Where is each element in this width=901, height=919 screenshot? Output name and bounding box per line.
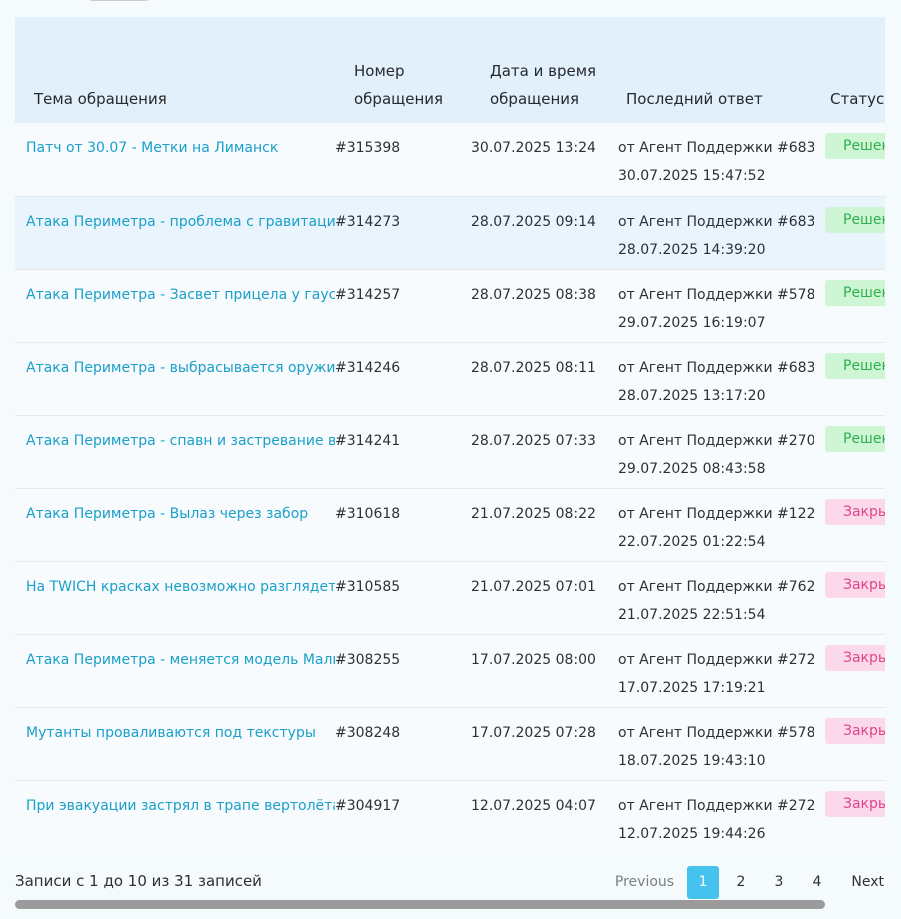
last-reply-author: от Агент Поддержки #6830 — [618, 140, 814, 156]
table-row[interactable]: Атака Периметра - выбрасывается оружие #… — [15, 342, 885, 415]
table-row[interactable]: Атака Периметра - меняется модель Малыша… — [15, 634, 885, 707]
pagination-page-4[interactable]: 4 — [801, 866, 833, 899]
ticket-datetime: 28.07.2025 08:11 — [471, 342, 608, 415]
table-row[interactable]: При эвакуации застрял в трапе вертолёта … — [15, 780, 885, 853]
ticket-number: #314257 — [335, 269, 471, 342]
table-row[interactable]: Атака Периметра - спавн и застревание в … — [15, 415, 885, 488]
records-info: Записи с 1 до 10 из 31 записей — [15, 872, 262, 890]
last-reply-author: от Агент Поддержки #2729 — [618, 651, 814, 668]
ticket-subject-link[interactable]: Мутанты проваливаются под текстуры — [26, 725, 316, 741]
ticket-subject-link[interactable]: Атака Периметра - меняется модель Малыша — [26, 652, 335, 668]
ticket-number: #310618 — [335, 488, 471, 561]
ticket-number: #304917 — [335, 780, 471, 853]
ticket-subject-link[interactable]: Патч от 30.07 - Метки на Лиманск — [26, 140, 278, 156]
column-header-last-reply[interactable]: Последний ответ — [608, 17, 814, 123]
table-row[interactable]: Атака Периметра - проблема с гравитацией… — [15, 196, 885, 269]
ticket-subject-link[interactable]: Атака Периметра - Вылаз через забор — [26, 506, 308, 522]
status-badge: Решено — [825, 206, 885, 233]
ticket-number: #314241 — [335, 415, 471, 488]
table-header-row: Тема обращения Номер обращения Дата и вр… — [15, 17, 885, 123]
tickets-table-container: Тема обращения Номер обращения Дата и вр… — [15, 17, 885, 853]
pagination-page-1[interactable]: 1 — [687, 866, 719, 899]
table-row[interactable]: Мутанты проваливаются под текстуры #3082… — [15, 707, 885, 780]
pagination: Previous 1 2 3 4 Next — [605, 866, 884, 899]
table-row[interactable]: Атака Периметра - Засвет прицела у гаусн… — [15, 269, 885, 342]
ticket-datetime: 28.07.2025 07:33 — [471, 415, 608, 488]
column-header-subject[interactable]: Тема обращения — [15, 17, 335, 123]
pagination-previous-button[interactable]: Previous — [605, 866, 684, 899]
ticket-datetime: 21.07.2025 08:22 — [471, 488, 608, 561]
last-reply-author: от Агент Поддержки #1221 — [618, 505, 814, 522]
last-reply-time: 29.07.2025 08:43:58 — [618, 460, 766, 477]
pagination-next-button[interactable]: Next — [836, 866, 884, 899]
ticket-datetime: 28.07.2025 09:14 — [471, 196, 608, 269]
status-badge: Решено — [825, 133, 885, 159]
last-reply-time: 17.07.2025 17:19:21 — [618, 679, 766, 696]
ticket-number: #314273 — [335, 196, 471, 269]
column-header-datetime[interactable]: Дата и время обращения — [471, 17, 608, 123]
ticket-subject-link[interactable]: При эвакуации застрял в трапе вертолёта — [26, 798, 335, 814]
last-reply-time: 18.07.2025 19:43:10 — [618, 752, 766, 769]
last-reply-time: 21.07.2025 22:51:54 — [618, 606, 766, 623]
status-badge: Решено — [825, 279, 885, 306]
ticket-subject-link[interactable]: На TWICH красках невозможно разглядеть к… — [26, 579, 335, 595]
ticket-number: #308255 — [335, 634, 471, 707]
last-reply-author: от Агент Поддержки #7620 — [618, 578, 814, 595]
last-reply-time: 22.07.2025 01:22:54 — [618, 533, 766, 550]
ticket-subject-link[interactable]: Атака Периметра - проблема с гравитацией — [26, 214, 335, 230]
status-badge: Решено — [825, 352, 885, 379]
ticket-subject-link[interactable]: Атака Периметра - выбрасывается оружие — [26, 360, 335, 376]
ticket-number: #315398 — [335, 123, 471, 196]
page-length-select[interactable] — [89, 0, 149, 1]
tickets-table: Тема обращения Номер обращения Дата и вр… — [15, 17, 885, 853]
tickets-page: Тема обращения Номер обращения Дата и вр… — [0, 0, 901, 919]
status-badge: Закрыто — [825, 571, 885, 598]
status-badge: Закрыто — [825, 790, 885, 817]
ticket-datetime: 17.07.2025 08:00 — [471, 634, 608, 707]
last-reply-time: 29.07.2025 16:19:07 — [618, 314, 766, 331]
ticket-number: #310585 — [335, 561, 471, 634]
last-reply-author: от Агент Поддержки #2706 — [618, 432, 814, 449]
table-row[interactable]: Атака Периметра - Вылаз через забор #310… — [15, 488, 885, 561]
ticket-number: #314246 — [335, 342, 471, 415]
ticket-datetime: 30.07.2025 13:24 — [471, 123, 608, 196]
ticket-datetime: 17.07.2025 07:28 — [471, 707, 608, 780]
last-reply-author: от Агент Поддержки #5784 — [618, 724, 814, 741]
last-reply-time: 12.07.2025 19:44:26 — [618, 825, 766, 842]
column-header-status[interactable]: Статус обращения — [814, 17, 885, 123]
last-reply-author: от Агент Поддержки #5784 — [618, 286, 814, 303]
table-row[interactable]: Патч от 30.07 - Метки на Лиманск #315398… — [15, 123, 885, 196]
ticket-datetime: 12.07.2025 04:07 — [471, 780, 608, 853]
ticket-subject-link[interactable]: Атака Периметра - Засвет прицела у гаусн… — [26, 287, 335, 303]
ticket-subject-link[interactable]: Атака Периметра - спавн и застревание в … — [26, 433, 335, 449]
status-badge: Закрыто — [825, 498, 885, 525]
last-reply-time: 28.07.2025 14:39:20 — [618, 241, 766, 258]
status-badge: Закрыто — [825, 644, 885, 671]
horizontal-scrollbar-thumb[interactable] — [15, 900, 825, 909]
pagination-page-2[interactable]: 2 — [725, 866, 757, 899]
column-header-number[interactable]: Номер обращения — [335, 17, 471, 123]
last-reply-author: от Агент Поддержки #6830 — [618, 359, 814, 376]
last-reply-time: 28.07.2025 13:17:20 — [618, 387, 766, 404]
ticket-datetime: 21.07.2025 07:01 — [471, 561, 608, 634]
ticket-number: #308248 — [335, 707, 471, 780]
last-reply-time: 30.07.2025 15:47:52 — [618, 168, 766, 184]
last-reply-author: от Агент Поддержки #6830 — [618, 213, 814, 230]
last-reply-author: от Агент Поддержки #2729 — [618, 797, 814, 814]
table-row[interactable]: На TWICH красках невозможно разглядеть к… — [15, 561, 885, 634]
status-badge: Закрыто — [825, 717, 885, 744]
status-badge: Решено — [825, 425, 885, 452]
pagination-page-3[interactable]: 3 — [763, 866, 795, 899]
ticket-datetime: 28.07.2025 08:38 — [471, 269, 608, 342]
